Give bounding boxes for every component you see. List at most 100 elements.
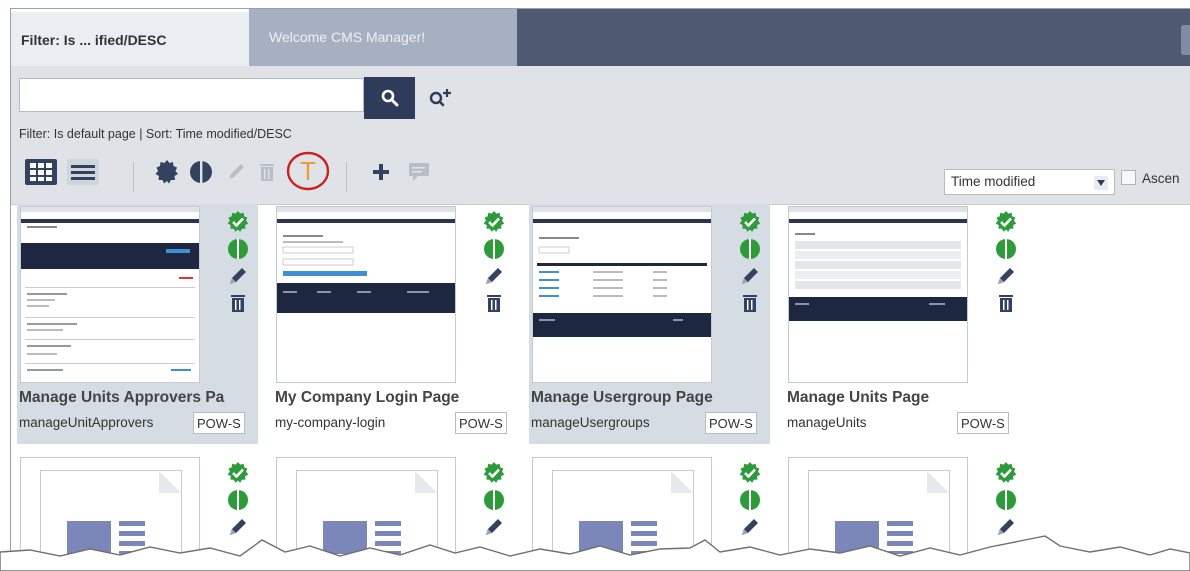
default-page-button[interactable] xyxy=(153,154,181,190)
trash-icon[interactable] xyxy=(993,290,1019,316)
trash-icon[interactable] xyxy=(481,290,507,316)
tab-bar: Filter: Is ... ified/DESC Welcome CMS Ma… xyxy=(11,9,1190,66)
card-actions xyxy=(737,209,763,317)
card-actions xyxy=(481,209,507,317)
status-icon[interactable] xyxy=(993,487,1019,513)
edit-icon[interactable] xyxy=(737,514,763,540)
default-page-check-icon[interactable] xyxy=(225,209,251,235)
filter-sort-status: Filter: Is default page | Sort: Time mod… xyxy=(19,127,292,141)
add-icon xyxy=(373,164,389,180)
status-icon[interactable] xyxy=(225,487,251,513)
search-icon xyxy=(381,89,398,107)
page-card[interactable]: Manage Usergroup Page manageUsergroups P… xyxy=(529,204,770,444)
page-uid: manageUnits xyxy=(787,415,867,430)
page-title: My Company Login Page xyxy=(275,389,460,406)
sort-field-select[interactable]: Time modified xyxy=(944,169,1115,195)
edit-icon[interactable] xyxy=(225,263,251,289)
page-thumbnail[interactable] xyxy=(788,457,968,554)
cms-window: Filter: Is ... ified/DESC Welcome CMS Ma… xyxy=(10,8,1190,554)
status-icon[interactable] xyxy=(993,236,1019,262)
edit-button[interactable] xyxy=(223,154,249,190)
page-card[interactable]: Manage Units Approvers Pa manageUnitAppr… xyxy=(17,204,258,444)
default-page-check-icon[interactable] xyxy=(737,460,763,486)
page-card[interactable]: My Company Login Page my-company-login P… xyxy=(273,204,514,444)
default-page-check-icon[interactable] xyxy=(737,209,763,235)
list-view-icon xyxy=(67,159,99,185)
generic-page-icon xyxy=(296,470,438,554)
card-actions xyxy=(481,460,507,541)
page-title: Manage Units Page xyxy=(787,389,930,406)
search-input[interactable] xyxy=(19,78,364,112)
card-actions xyxy=(737,460,763,541)
search-button[interactable] xyxy=(364,77,415,119)
catalog-badge: POW-S xyxy=(193,412,245,434)
default-page-check-icon[interactable] xyxy=(993,460,1019,486)
trash-icon[interactable] xyxy=(225,290,251,316)
status-icon xyxy=(190,161,212,183)
default-page-icon xyxy=(155,160,178,184)
page-uid: my-company-login xyxy=(275,415,386,430)
edit-icon[interactable] xyxy=(481,514,507,540)
ascending-checkbox[interactable] xyxy=(1121,170,1136,185)
page-card[interactable] xyxy=(785,455,1026,554)
trash-icon xyxy=(260,164,274,181)
chevron-down-icon xyxy=(1094,176,1108,190)
page-uid: manageUsergroups xyxy=(531,415,650,430)
template-button[interactable]: T xyxy=(285,149,331,193)
catalog-badge: POW-S xyxy=(705,412,757,434)
trash-icon[interactable] xyxy=(737,290,763,316)
generic-page-icon xyxy=(552,470,694,554)
status-icon[interactable] xyxy=(481,236,507,262)
tab-welcome[interactable]: Welcome CMS Manager! xyxy=(249,9,517,66)
search-panel: Filter: Is default page | Sort: Time mod… xyxy=(11,66,1190,205)
advanced-search-icon[interactable] xyxy=(427,86,455,110)
status-icon[interactable] xyxy=(481,487,507,513)
default-page-check-icon[interactable] xyxy=(481,460,507,486)
status-button[interactable] xyxy=(187,154,215,190)
sort-field-value: Time modified xyxy=(951,174,1036,189)
page-thumbnail[interactable] xyxy=(532,457,712,554)
tab-filter-results[interactable]: Filter: Is ... ified/DESC xyxy=(11,9,249,66)
page-card[interactable]: Manage Units Page manageUnits POW-S xyxy=(785,204,1026,444)
status-icon[interactable] xyxy=(737,487,763,513)
default-page-check-icon[interactable] xyxy=(225,460,251,486)
status-icon[interactable] xyxy=(225,236,251,262)
card-actions xyxy=(225,209,251,317)
page-thumbnail[interactable] xyxy=(20,206,200,383)
delete-button[interactable] xyxy=(255,154,279,190)
comment-icon xyxy=(409,163,429,181)
page-thumbnail[interactable] xyxy=(276,206,456,383)
edit-icon[interactable] xyxy=(481,263,507,289)
page-thumbnail[interactable] xyxy=(532,206,712,383)
template-icon: T xyxy=(286,151,330,191)
generic-page-icon xyxy=(808,470,950,554)
window-menu-button[interactable] xyxy=(1181,25,1190,55)
edit-icon[interactable] xyxy=(225,514,251,540)
edit-icon xyxy=(229,164,244,179)
page-card[interactable] xyxy=(529,455,770,554)
page-thumbnail[interactable] xyxy=(788,206,968,383)
catalog-badge: POW-S xyxy=(957,412,1009,434)
default-page-check-icon[interactable] xyxy=(993,209,1019,235)
page-uid: manageUnitApprovers xyxy=(19,415,154,430)
toolbar: T Time modified Ascen xyxy=(11,151,1190,195)
page-thumbnail[interactable] xyxy=(276,457,456,554)
comment-button[interactable] xyxy=(405,154,433,190)
card-actions xyxy=(993,460,1019,541)
page-title: Manage Units Approvers Pa xyxy=(19,389,225,406)
toolbar-separator xyxy=(346,162,347,192)
list-view-button[interactable] xyxy=(65,154,101,190)
page-card[interactable] xyxy=(17,455,258,554)
add-button[interactable] xyxy=(367,154,395,190)
grid-view-button[interactable] xyxy=(23,154,59,190)
edit-icon[interactable] xyxy=(993,514,1019,540)
page-thumbnail[interactable] xyxy=(20,457,200,554)
default-page-check-icon[interactable] xyxy=(481,209,507,235)
card-actions xyxy=(993,209,1019,317)
page-card[interactable] xyxy=(273,455,514,554)
edit-icon[interactable] xyxy=(737,263,763,289)
card-actions xyxy=(225,460,251,541)
catalog-badge: POW-S xyxy=(455,412,507,434)
status-icon[interactable] xyxy=(737,236,763,262)
edit-icon[interactable] xyxy=(993,263,1019,289)
